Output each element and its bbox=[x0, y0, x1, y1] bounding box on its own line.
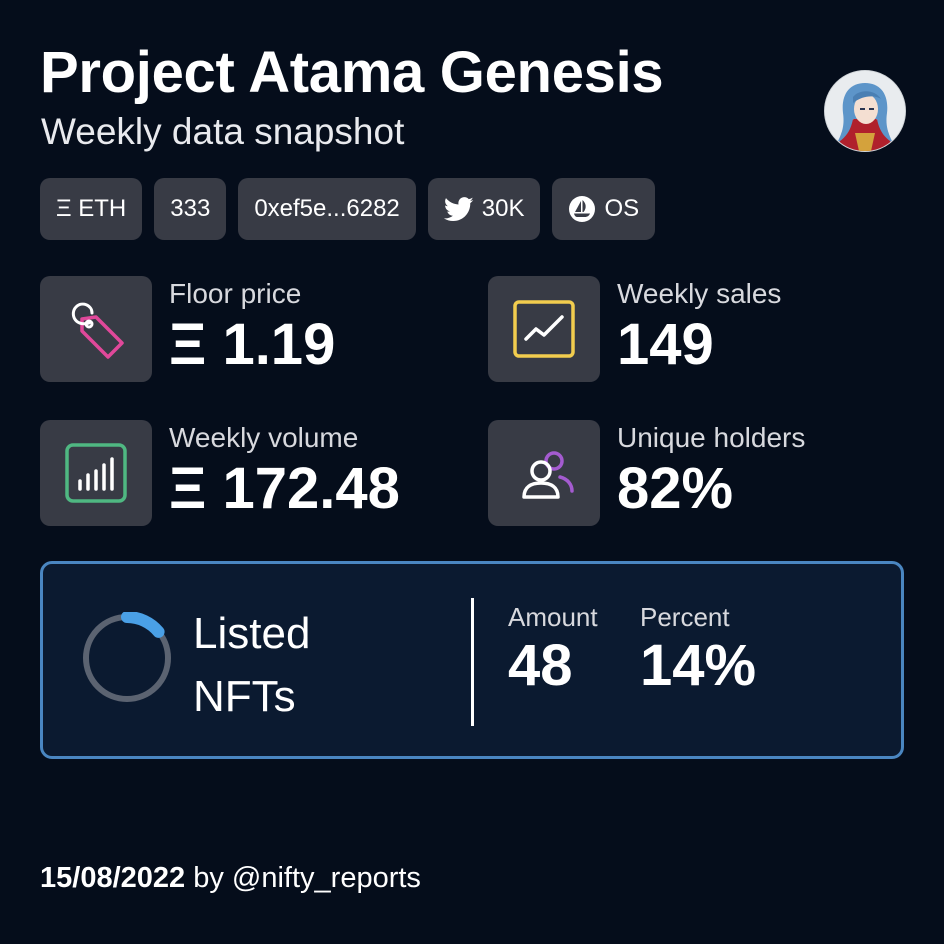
unique-holders-label: Unique holders bbox=[617, 422, 806, 453]
unique-holders-value: 82% bbox=[617, 456, 734, 521]
report-author: by @nifty_reports bbox=[193, 862, 421, 894]
page-subtitle: Weekly data snapshot bbox=[41, 111, 405, 152]
listed-percent-label: Percent bbox=[640, 602, 730, 632]
chain-chip[interactable]: Ξ ETH bbox=[40, 178, 143, 240]
listed-percent-value: 14% bbox=[640, 633, 757, 698]
trend-chart-icon bbox=[513, 300, 575, 358]
listed-amount: Amount 48 bbox=[508, 602, 598, 697]
weekly-volume-label: Weekly volume bbox=[169, 422, 359, 453]
weekly-sales-label: Weekly sales bbox=[617, 278, 782, 309]
contract-address-label: 0xef5e...6282 bbox=[254, 195, 400, 222]
listed-progress-ring bbox=[83, 612, 171, 702]
avatar[interactable] bbox=[824, 70, 906, 152]
weekly-sales-icon-box bbox=[488, 276, 600, 382]
listed-progress-arc bbox=[121, 612, 165, 638]
listed-percent: Percent 14% bbox=[640, 602, 756, 697]
weekly-sales-value: 149 bbox=[617, 312, 714, 377]
floor-price-label: Floor price bbox=[169, 278, 302, 309]
opensea-icon bbox=[568, 195, 596, 223]
twitter-chip[interactable]: 30K bbox=[427, 178, 541, 240]
listed-amount-label: Amount bbox=[508, 602, 598, 632]
supply-chip-label: 333 bbox=[170, 195, 211, 222]
listed-nfts-panel: Listed NFTs Amount 48 Percent 14% bbox=[40, 561, 904, 759]
opensea-label: OS bbox=[604, 195, 640, 222]
listed-title: Listed NFTs bbox=[193, 602, 310, 728]
avatar-image bbox=[825, 71, 905, 151]
listed-amount-value: 48 bbox=[508, 633, 573, 698]
page-title: Project Atama Genesis bbox=[40, 40, 664, 105]
contract-address-chip[interactable]: 0xef5e...6282 bbox=[238, 178, 416, 240]
floor-price-icon-box bbox=[40, 276, 152, 382]
bar-chart-icon bbox=[65, 443, 127, 503]
weekly-volume-icon-box bbox=[40, 420, 152, 526]
footer: 15/08/2022 by @nifty_reports bbox=[40, 862, 421, 895]
report-date: 15/08/2022 bbox=[40, 862, 186, 894]
listed-divider bbox=[471, 598, 474, 726]
price-tag-icon bbox=[71, 302, 124, 359]
listed-title-line1: Listed bbox=[193, 609, 311, 658]
weekly-volume-value: Ξ 172.48 bbox=[169, 456, 400, 521]
twitter-followers-label: 30K bbox=[481, 195, 525, 222]
chain-chip-label: Ξ ETH bbox=[56, 195, 127, 222]
unique-holders-icon-box bbox=[488, 420, 600, 526]
users-icon bbox=[522, 451, 574, 499]
floor-price-value: Ξ 1.19 bbox=[169, 312, 336, 377]
opensea-chip[interactable]: OS bbox=[552, 178, 656, 240]
supply-chip[interactable]: 333 bbox=[154, 178, 227, 240]
twitter-icon bbox=[443, 196, 474, 222]
chip-row: Ξ ETH 333 0xef5e...6282 30K OS bbox=[40, 178, 656, 240]
listed-title-line2: NFTs bbox=[193, 672, 296, 721]
